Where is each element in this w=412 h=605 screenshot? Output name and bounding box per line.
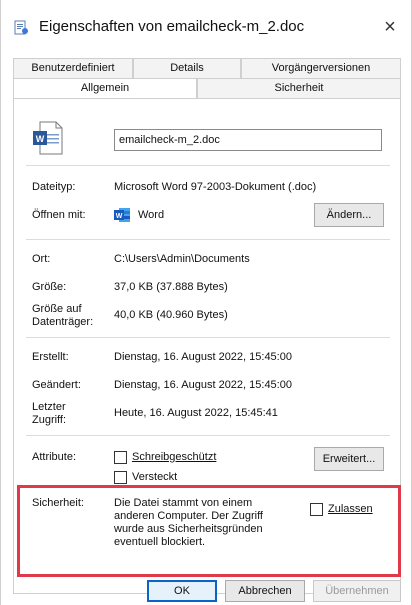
filetype-value: Microsoft Word 97-2003-Dokument (.doc) — [114, 181, 317, 193]
size-value: 37,0 KB (37.888 Bytes) — [114, 281, 228, 293]
accessed-value: Heute, 16. August 2022, 15:45:41 — [114, 407, 278, 419]
title-bar: Eigenschaften von emailcheck-m_2.doc × — [1, 0, 411, 50]
ok-button[interactable]: OK — [147, 580, 217, 602]
disk-size-value: 40,0 KB (40.960 Bytes) — [114, 309, 228, 321]
document-properties-icon — [14, 20, 28, 35]
accessed-label-line1: Letzter — [32, 401, 66, 413]
svg-text:W: W — [116, 213, 123, 220]
attributes-label: Attribute: — [32, 451, 77, 463]
readonly-label[interactable]: Schreibgeschützt — [132, 451, 216, 463]
tab-benutzerdefiniert[interactable]: Benutzerdefiniert — [13, 58, 133, 78]
openwith-value: Word — [138, 209, 165, 221]
modified-label: Geändert: — [32, 379, 81, 391]
tab-vorgaengerversionen[interactable]: Vorgängerversionen — [241, 58, 401, 78]
created-label: Erstellt: — [32, 351, 69, 363]
security-highlight — [17, 485, 401, 577]
tab-row-top: Benutzerdefiniert Details Vorgängerversi… — [13, 58, 401, 78]
tab-row-bottom: Allgemein Sicherheit — [13, 78, 401, 100]
disk-size-label-line1: Größe auf — [32, 303, 82, 315]
separator — [26, 165, 390, 166]
tab-details[interactable]: Details — [133, 58, 241, 78]
word-document-icon: W — [33, 121, 63, 155]
location-value: C:\Users\Admin\Documents — [114, 253, 250, 265]
apply-button[interactable]: Übernehmen — [313, 580, 401, 602]
created-value: Dienstag, 16. August 2022, 15:45:00 — [114, 351, 292, 363]
cancel-button[interactable]: Abbrechen — [225, 580, 305, 602]
readonly-checkbox[interactable] — [114, 451, 127, 464]
tab-allgemein[interactable]: Allgemein — [13, 78, 197, 100]
tab-sicherheit[interactable]: Sicherheit — [197, 78, 401, 98]
word-app-icon: W — [114, 208, 130, 222]
svg-text:W: W — [36, 134, 45, 144]
advanced-button[interactable]: Erweitert... — [314, 447, 384, 471]
separator — [26, 239, 390, 240]
location-label: Ort: — [32, 253, 51, 265]
size-label: Größe: — [32, 281, 67, 293]
close-button[interactable]: × — [373, 12, 407, 42]
hidden-checkbox[interactable] — [114, 471, 127, 484]
openwith-label: Öffnen mit: — [32, 209, 86, 221]
change-button[interactable]: Ändern... — [314, 203, 384, 227]
close-icon: × — [384, 16, 396, 38]
disk-size-label-line2: Datenträger: — [32, 316, 94, 328]
separator — [26, 435, 390, 436]
properties-window: Eigenschaften von emailcheck-m_2.doc × B… — [0, 0, 412, 605]
filename-input[interactable] — [114, 129, 382, 151]
filetype-label: Dateityp: — [32, 181, 76, 193]
separator — [26, 337, 390, 338]
hidden-label[interactable]: Versteckt — [132, 471, 177, 483]
window-title: Eigenschaften von emailcheck-m_2.doc — [39, 18, 305, 35]
accessed-label-line2: Zugriff: — [32, 414, 67, 426]
modified-value: Dienstag, 16. August 2022, 15:45:00 — [114, 379, 292, 391]
